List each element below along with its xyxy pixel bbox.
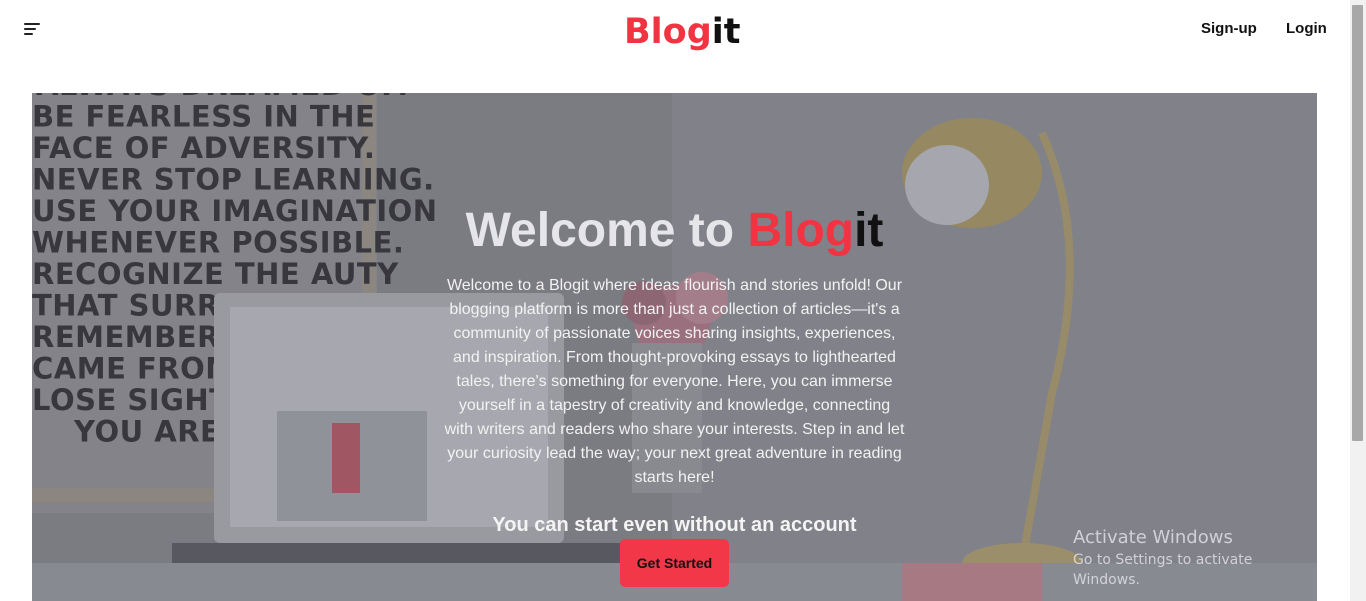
signup-link[interactable]: Sign-up xyxy=(1201,20,1257,38)
logo-text-blog: Blog xyxy=(624,12,712,52)
hero-title-prefix: Welcome to xyxy=(465,204,748,257)
hero-title: Welcome to Blogit xyxy=(32,201,1317,261)
menu-line xyxy=(24,33,33,35)
hero-title-brand-blog: Blog xyxy=(747,204,855,257)
activate-windows-watermark: Activate Windows Go to Settings to activ… xyxy=(1073,526,1317,590)
hero-title-brand-it: it xyxy=(854,204,884,257)
menu-line xyxy=(24,28,36,30)
hamburger-menu-icon[interactable] xyxy=(24,22,42,36)
page-scrollbar[interactable] xyxy=(1350,0,1366,601)
get-started-button[interactable]: Get Started xyxy=(620,539,729,587)
hero-description: Welcome to a Blogit where ideas flourish… xyxy=(444,277,905,486)
scrollbar-thumb[interactable] xyxy=(1352,5,1363,441)
watermark-subtitle: Go to Settings to activate Windows. xyxy=(1073,552,1253,588)
logo-text-it: it xyxy=(711,12,741,52)
watermark-title: Activate Windows xyxy=(1073,527,1233,548)
login-link[interactable]: Login xyxy=(1286,20,1327,38)
site-header: Blogit Sign-up Login xyxy=(0,0,1350,93)
site-logo[interactable]: Blogit xyxy=(624,10,741,54)
menu-line xyxy=(24,23,40,25)
hero-section: ALWAYS DREAMED OF.BE FEARLESS IN THEFACE… xyxy=(32,93,1317,601)
